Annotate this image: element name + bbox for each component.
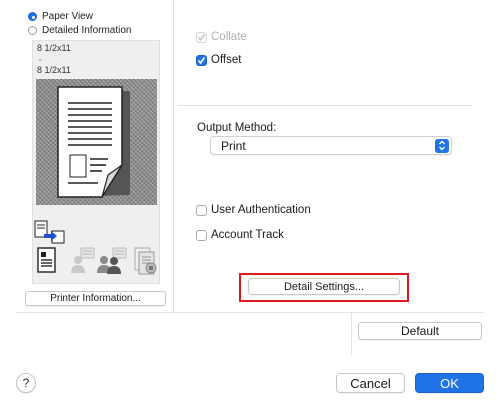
radio-selected-indicator (28, 12, 37, 21)
offset-label: Offset (211, 54, 242, 66)
default-label: Default (400, 324, 440, 338)
paper-view-radio[interactable]: Paper View (28, 11, 93, 22)
output-method-value: Print (221, 139, 246, 153)
offset-checkbox-box (196, 54, 207, 66)
output-method-label: Output Method: (197, 122, 277, 134)
detailed-information-label: Detailed Information (42, 25, 132, 36)
left-panel-divider (173, 0, 174, 312)
default-button[interactable]: Default (358, 322, 482, 340)
user-authentication-icon (69, 247, 97, 278)
default-area-divider (351, 313, 352, 355)
document-icon (36, 247, 58, 278)
finishing-section-divider (178, 105, 472, 106)
ok-button[interactable]: OK (415, 373, 484, 393)
detail-settings-label: Detail Settings... (283, 280, 365, 293)
document-to-printer-icon (34, 219, 66, 248)
radio-unselected-indicator (28, 26, 37, 35)
offset-checkbox[interactable]: Offset (196, 54, 241, 66)
output-size-label: 8 1/2x11 (37, 65, 71, 75)
user-authentication-label: User Authentication (211, 204, 311, 216)
help-button[interactable]: ? (16, 373, 36, 393)
cancel-button[interactable]: Cancel (336, 373, 405, 393)
original-size-label: 8 1/2x11 (37, 43, 71, 53)
output-method-select[interactable]: Print (210, 136, 452, 155)
account-track-checkbox-box (196, 229, 207, 241)
ok-label: OK (440, 375, 459, 391)
preview-background (36, 79, 157, 205)
user-authentication-checkbox-box (196, 204, 207, 216)
detailed-information-radio[interactable]: Detailed Information (28, 25, 132, 36)
collate-checkbox[interactable]: Collate (196, 31, 247, 43)
paper-preview-pane: 8 1/2x11 ⌄ 8 1/2x11 (32, 40, 160, 284)
page-preview-icon (57, 86, 130, 198)
collate-checkbox-box (196, 31, 207, 43)
select-arrows-icon (435, 138, 449, 153)
account-track-checkbox[interactable]: Account Track (196, 229, 284, 241)
chevron-down-icon: ⌄ (37, 54, 44, 63)
printer-information-label: Printer Information... (50, 293, 141, 304)
account-track-label: Account Track (211, 229, 284, 241)
paper-view-label: Paper View (42, 11, 93, 22)
help-question-icon: ? (22, 376, 30, 390)
content-bottom-divider (16, 312, 484, 313)
collate-label: Collate (211, 31, 247, 43)
printer-information-button[interactable]: Printer Information... (25, 291, 166, 306)
user-authentication-checkbox[interactable]: User Authentication (196, 204, 311, 216)
secure-print-icon (129, 247, 159, 278)
detail-settings-button[interactable]: Detail Settings... (248, 278, 400, 295)
account-track-icon (95, 247, 129, 278)
cancel-label: Cancel (350, 375, 391, 391)
